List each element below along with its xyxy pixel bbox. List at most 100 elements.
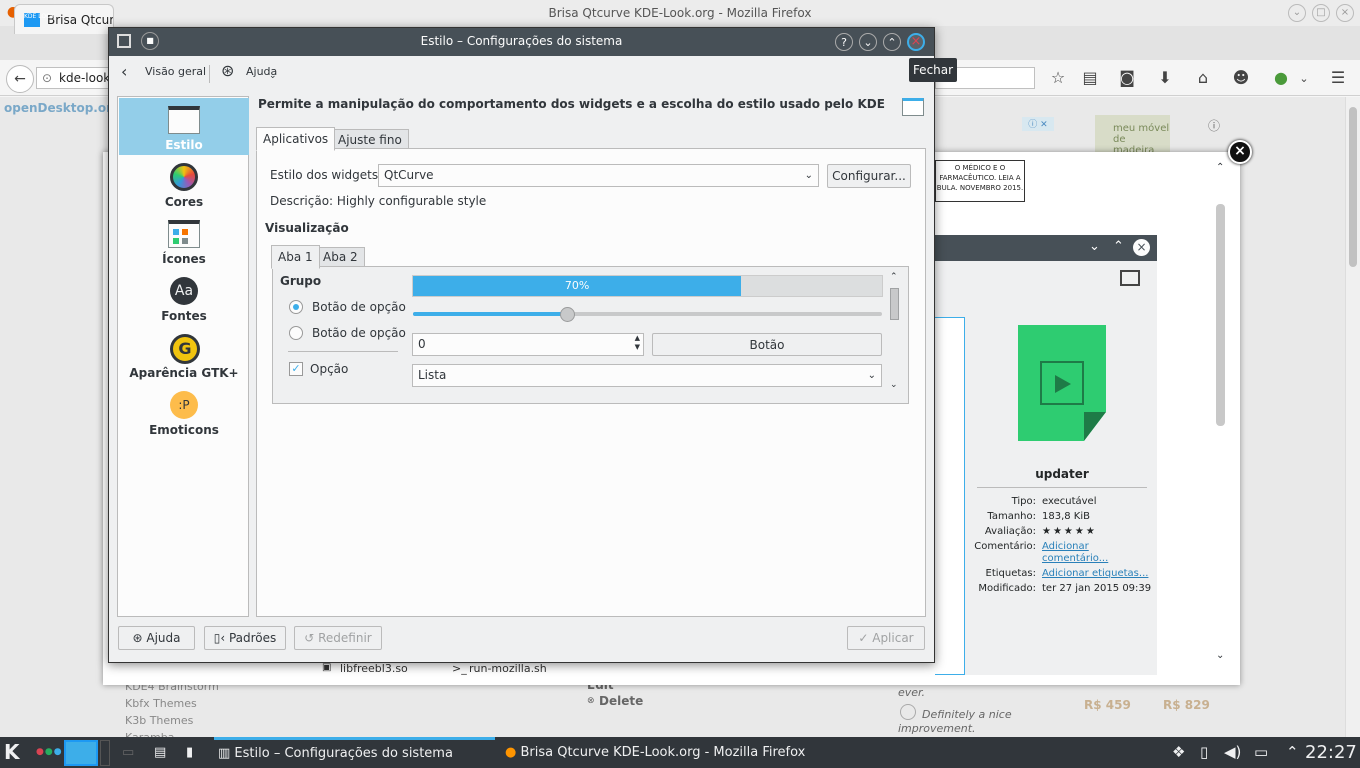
task-system-settings[interactable]: ▥ Estilo – Configurações do sistema xyxy=(214,737,495,768)
lightbox-scrollbar[interactable]: ⌃ ⌄ xyxy=(1214,162,1229,674)
close-icon[interactable]: × xyxy=(907,33,925,51)
task-firefox[interactable]: ● Brisa Qtcurve KDE-Look.org - Mozilla F… xyxy=(505,737,805,768)
spin-arrows-icon[interactable]: ▲ ▼ xyxy=(635,334,640,352)
preview-radio-1[interactable] xyxy=(289,300,303,314)
scrollbar-thumb[interactable] xyxy=(890,288,899,320)
scrollbar-thumb[interactable] xyxy=(1216,204,1225,426)
site-brand[interactable]: openDesktop.or xyxy=(4,101,112,115)
help-icon[interactable]: ? xyxy=(835,33,853,51)
configure-button[interactable]: Configurar... xyxy=(827,164,911,188)
preview-list-select[interactable]: Lista ⌄ xyxy=(412,364,882,387)
view-mode-icon[interactable] xyxy=(1120,270,1140,286)
file-entry[interactable]: libfreebl3.so xyxy=(340,662,408,675)
preview-tab-2[interactable]: Aba 2 xyxy=(316,247,365,268)
apply-button[interactable]: ✓ Aplicar xyxy=(847,626,925,650)
help-button-label: Ajuda xyxy=(146,631,181,645)
sidebar-item-fontes[interactable]: Aa Fontes xyxy=(119,269,249,326)
help-button[interactable]: ⊛ Ajuda xyxy=(118,626,195,650)
folder-icon[interactable]: ▭ xyxy=(122,737,134,768)
document-icon[interactable]: ▮ xyxy=(186,737,193,768)
add-tags-link[interactable]: Adicionar etiquetas... xyxy=(1042,568,1152,580)
sidebar-item-estilo[interactable]: Estilo xyxy=(119,98,249,155)
close-icon[interactable]: × xyxy=(1336,4,1354,22)
defaults-button[interactable]: ▯‹ Padrões xyxy=(204,626,286,650)
reading-list-icon[interactable]: ▤ xyxy=(1080,68,1100,87)
dropbox-icon[interactable]: ❖ xyxy=(1172,737,1185,768)
preview-tab-1[interactable]: Aba 1 xyxy=(271,245,320,269)
defaults-button-label: Padrões xyxy=(228,631,277,645)
pocket-icon[interactable]: ◙ xyxy=(1117,68,1137,87)
scroll-down-icon[interactable]: ⌄ xyxy=(890,380,898,390)
globe-icon[interactable]: ● xyxy=(1271,68,1291,87)
chat-icon[interactable]: ☻ xyxy=(1231,68,1251,87)
overview-button[interactable]: Visão geral xyxy=(145,65,206,78)
kde-launcher-icon[interactable]: K xyxy=(4,737,20,768)
lightbox-close-button[interactable]: × xyxy=(1228,140,1252,164)
chevron-up-icon[interactable]: ⌃ xyxy=(1286,737,1299,768)
minimize-icon[interactable]: ⌄ xyxy=(1089,239,1100,254)
ad-banner[interactable]: meu móvel de madeira xyxy=(1095,115,1170,156)
radio-label: Botão de opção xyxy=(312,326,406,340)
comment-radio[interactable] xyxy=(900,704,916,720)
reset-button[interactable]: ↺ Redefinir xyxy=(294,626,382,650)
maximize-icon[interactable]: ⌃ xyxy=(883,33,901,51)
site-info-icon[interactable]: ⊙ xyxy=(42,68,52,88)
settings-icon: ▥ xyxy=(218,746,235,761)
sidebar-item-emoticons[interactable]: :P Emoticons xyxy=(119,383,249,440)
sidebar-item-gtk[interactable]: G Aparência GTK+ xyxy=(119,326,249,383)
price-label[interactable]: R$ 829 xyxy=(1163,698,1210,712)
pager-desktop-2[interactable] xyxy=(100,740,110,766)
file-entry[interactable]: run-mozilla.sh xyxy=(469,662,547,675)
dialog-titlebar[interactable]: ■ Estilo – Configurações do sistema ? ⌄ … xyxy=(109,28,934,56)
back-arrow-icon[interactable]: ‹ xyxy=(121,62,127,81)
info-icon[interactable]: ⓘ xyxy=(1208,117,1220,134)
preview-checkbox[interactable]: ✓ xyxy=(289,362,303,376)
chevron-down-icon[interactable]: ⌄ xyxy=(1294,72,1314,85)
scroll-up-icon[interactable]: ⌃ xyxy=(890,272,898,282)
close-icon[interactable]: × xyxy=(1133,239,1150,256)
scroll-down-icon[interactable]: ⌄ xyxy=(1216,650,1224,661)
preview-button[interactable]: Botão xyxy=(652,333,882,356)
home-icon[interactable]: ⌂ xyxy=(1193,68,1213,87)
terminal-icon[interactable]: ▤ xyxy=(154,737,166,768)
preview-heading: Visualização xyxy=(265,221,349,235)
back-button[interactable]: ← xyxy=(6,65,34,93)
side-link[interactable]: K3b Themes xyxy=(125,714,193,727)
hamburger-menu-icon[interactable]: ☰ xyxy=(1328,68,1348,87)
sidebar-item-cores[interactable]: Cores xyxy=(119,155,249,212)
download-icon[interactable]: ⬇ xyxy=(1155,68,1175,87)
scroll-up-icon[interactable]: ⌃ xyxy=(1216,162,1224,173)
sidebar-item-icones[interactable]: Ícones xyxy=(119,212,249,269)
price-label[interactable]: R$ 459 xyxy=(1084,698,1131,712)
network-icon[interactable]: ▭ xyxy=(1254,737,1268,768)
volume-icon[interactable]: ◀) xyxy=(1224,737,1241,768)
bookmark-star-icon[interactable]: ☆ xyxy=(1048,68,1068,87)
ad-choices-icon[interactable]: ⓘ ✕ xyxy=(1022,117,1054,131)
maximize-icon[interactable]: □ xyxy=(1312,4,1330,22)
scrollbar-thumb[interactable] xyxy=(1349,107,1357,267)
preview-scrollbar[interactable]: ⌃ ⌄ xyxy=(887,272,903,396)
preview-spinbox[interactable]: 0 ▲ ▼ xyxy=(412,333,644,356)
add-comment-link[interactable]: Adicionar comentário... xyxy=(1042,541,1122,565)
help-lifebuoy-icon[interactable]: ⊛ xyxy=(221,61,234,80)
pager-desktop-1[interactable] xyxy=(64,740,98,766)
clipboard-icon[interactable]: ▯ xyxy=(1200,737,1208,768)
delete-icon[interactable]: ⊗ xyxy=(587,696,595,706)
prop-key: Modificado: xyxy=(978,583,1036,594)
widget-style-select[interactable]: QtCurve ⌄ xyxy=(378,164,819,187)
tab-aplicativos[interactable]: Aplicativos xyxy=(256,127,336,151)
emoticon-icon: :P xyxy=(170,391,198,419)
activity-dots-icon[interactable]: ●●● xyxy=(36,737,63,768)
minimize-icon[interactable]: ⌄ xyxy=(859,33,877,51)
preview-slider-handle[interactable] xyxy=(559,307,575,322)
preview-radio-2[interactable] xyxy=(289,326,303,340)
rating-stars[interactable]: ★★★★★ xyxy=(1042,526,1152,538)
delete-link[interactable]: Delete xyxy=(599,694,643,708)
maximize-icon[interactable]: ⌃ xyxy=(1113,239,1124,254)
minimize-icon[interactable]: ⌄ xyxy=(1288,4,1306,22)
preview-progress-bar: 70% xyxy=(412,275,883,297)
chevron-down-icon[interactable]: ⌄ xyxy=(269,71,277,81)
browser-tab[interactable]: KDE LOOK Brisa Qtcurve xyxy=(14,4,114,34)
side-link[interactable]: Kbfx Themes xyxy=(125,697,197,710)
page-scrollbar[interactable] xyxy=(1345,97,1360,737)
